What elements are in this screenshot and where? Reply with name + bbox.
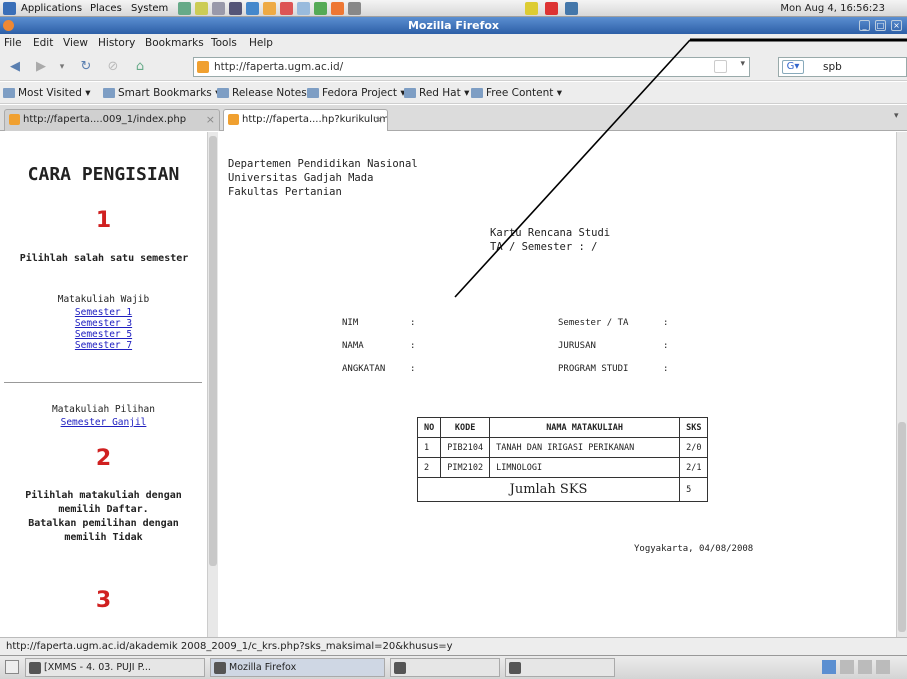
task-label: [XMMS - 4. 03. PUJI P...: [44, 662, 151, 673]
status-text: http://faperta.ugm.ac.id/akademik 2008_2…: [6, 641, 453, 652]
status-bar: http://faperta.ugm.ac.id/akademik 2008_2…: [0, 637, 907, 655]
task-firefox[interactable]: Mozilla Firefox: [210, 658, 385, 677]
show-desktop-icon[interactable]: [5, 660, 19, 674]
task-item[interactable]: [505, 658, 615, 677]
task-item[interactable]: [390, 658, 500, 677]
workspace-2-icon[interactable]: [840, 660, 854, 674]
task-label: Mozilla Firefox: [229, 662, 297, 673]
workspace-4-icon[interactable]: [876, 660, 890, 674]
workspace-3-icon[interactable]: [858, 660, 872, 674]
task-xmms[interactable]: [XMMS - 4. 03. PUJI P...: [25, 658, 205, 677]
workspace-1-icon[interactable]: [822, 660, 836, 674]
taskbar: [XMMS - 4. 03. PUJI P... Mozilla Firefox: [0, 655, 907, 679]
annotation-line: [454, 38, 907, 298]
